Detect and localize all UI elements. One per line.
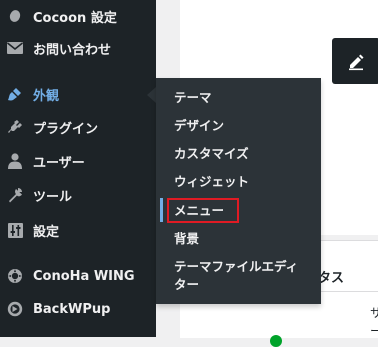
sidebar-item-backwpup[interactable]: BackWPup [0, 294, 156, 324]
info-text: ーマ [370, 324, 378, 338]
sidebar-item-label: ツール [33, 189, 73, 205]
info-text: サイ [370, 306, 378, 320]
submenu-item-theme-file-editor[interactable]: テーマファイルエディター [156, 258, 321, 294]
sidebar-item-label: Cocoon 設定 [33, 10, 117, 26]
submenu-item-design[interactable]: デザイン [156, 117, 321, 135]
status-heading: タス [318, 271, 345, 286]
annotation-highlight-box [167, 198, 239, 223]
pencil-icon [349, 54, 364, 71]
appearance-submenu: テーマ デザイン カスタマイズ ウィジェット メニュー 背景 テーマファイルエデ… [156, 78, 321, 304]
submenu-item-widgets[interactable]: ウィジェット [156, 173, 321, 191]
plugin-icon [7, 119, 23, 135]
sidebar-item-conoha-wing[interactable]: ConoHa WING [0, 261, 156, 291]
paintbrush-icon [7, 86, 23, 102]
sidebar-item-tools[interactable]: ツール [0, 180, 156, 210]
submenu-item-customize[interactable]: カスタマイズ [156, 145, 321, 163]
sidebar-item-settings[interactable]: 設定 [0, 215, 156, 245]
sidebar-item-label: 設定 [33, 224, 60, 240]
envelope-icon [7, 40, 23, 56]
edit-button[interactable] [332, 38, 378, 84]
admin-sidebar: Cocoon 設定 お問い合わせ 外観 プラグイン ユーザー ツール 設定 Co… [0, 0, 156, 337]
sidebar-item-contact[interactable]: お問い合わせ [0, 33, 156, 63]
sidebar-item-label: お問い合わせ [33, 42, 112, 58]
sidebar-item-label: プラグイン [33, 121, 99, 137]
sidebar-item-label: BackWPup [33, 301, 111, 317]
settings-sliders-icon [7, 222, 23, 238]
sidebar-item-label: ユーザー [33, 155, 85, 171]
sidebar-item-plugins[interactable]: プラグイン [0, 112, 156, 142]
submenu-item-themes[interactable]: テーマ [156, 89, 321, 107]
submenu-item-background[interactable]: 背景 [156, 230, 321, 248]
wrench-icon [7, 187, 23, 203]
sidebar-item-cocoon-settings[interactable]: Cocoon 設定 [0, 1, 156, 31]
sidebar-item-label: 外観 [33, 88, 60, 104]
user-icon [7, 153, 23, 169]
sidebar-item-users[interactable]: ユーザー [0, 146, 156, 176]
flyout-pointer [147, 87, 156, 103]
backwpup-icon [7, 301, 23, 317]
sidebar-item-label: ConoHa WING [33, 268, 135, 284]
circle-icon [7, 8, 23, 24]
conoha-icon [7, 268, 23, 284]
sidebar-item-appearance[interactable]: 外観 [0, 79, 156, 109]
